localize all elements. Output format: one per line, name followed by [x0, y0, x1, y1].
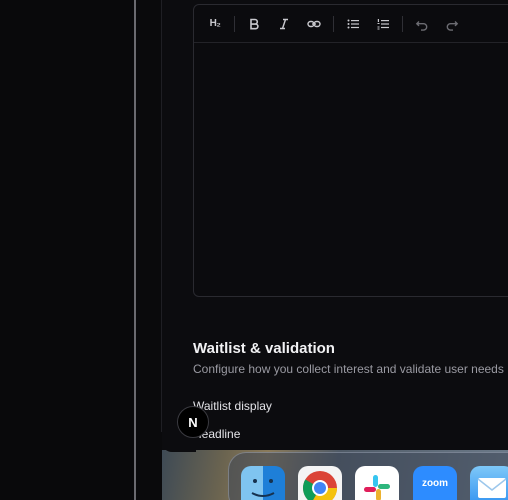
heading-button[interactable]: H₂ — [202, 11, 228, 37]
finder-app-icon[interactable] — [241, 466, 285, 500]
italic-button[interactable] — [271, 11, 297, 37]
mail-envelope-icon — [477, 478, 507, 498]
badge-letter: N — [188, 414, 198, 430]
gutter — [136, 0, 162, 500]
editor-toolbar: H₂ — [194, 5, 508, 43]
italic-icon — [280, 18, 288, 29]
undo-button[interactable] — [409, 11, 435, 37]
toolbar-separator — [333, 15, 334, 32]
numbered-list-icon — [377, 18, 389, 29]
bullet-list-button[interactable] — [340, 11, 366, 37]
chrome-app-icon[interactable] — [298, 466, 342, 500]
mail-app-icon[interactable] — [470, 466, 508, 500]
bullet-list-icon — [347, 19, 359, 28]
toolbar-separator — [234, 15, 235, 32]
bold-icon — [250, 18, 259, 29]
zoom-label: zoom — [421, 477, 449, 489]
zoom-app-icon[interactable]: zoom — [413, 466, 457, 500]
link-button[interactable] — [301, 11, 327, 37]
redo-icon — [446, 20, 459, 31]
slack-logo-icon — [364, 475, 390, 500]
bold-button[interactable] — [241, 11, 267, 37]
undo-icon — [415, 20, 428, 31]
next-dev-indicator-icon[interactable]: N — [177, 406, 209, 438]
chrome-logo-icon — [303, 471, 337, 500]
finder-face-icon — [251, 479, 275, 497]
redo-button[interactable] — [439, 11, 465, 37]
toolbar-separator — [402, 15, 403, 32]
rich-text-editor[interactable]: H₂ — [193, 4, 508, 297]
section-title: Waitlist & validation — [193, 340, 335, 357]
slack-app-icon[interactable] — [355, 466, 399, 500]
app-window: H₂ Waitlist & validation Configure how y… — [0, 0, 508, 500]
sidebar — [0, 0, 135, 500]
heading-icon: H₂ — [209, 18, 221, 29]
link-icon — [307, 20, 321, 27]
numbered-list-button[interactable] — [370, 11, 396, 37]
section-description: Configure how you collect interest and v… — [193, 362, 504, 376]
